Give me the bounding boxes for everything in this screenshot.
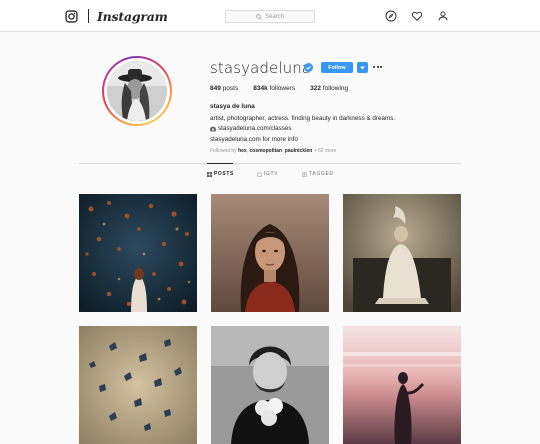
profile-bio: artist, photographer, actress. finding b… xyxy=(210,114,395,145)
posts-label: posts xyxy=(222,85,239,92)
tab-label: IGTV xyxy=(264,171,279,177)
post-thumbnail[interactable] xyxy=(343,326,461,444)
following-count: 322 xyxy=(310,85,322,92)
tab-label: TAGGED xyxy=(309,171,334,177)
post-image xyxy=(79,326,197,444)
profile-avatar[interactable] xyxy=(102,56,172,126)
post-image xyxy=(343,326,461,444)
posts-count: 849 xyxy=(210,85,221,92)
profile-full-name: stasya de luna xyxy=(210,103,255,110)
followed-user: hex xyxy=(238,148,247,154)
posts-stat: 849 posts xyxy=(210,85,238,92)
active-tab-indicator xyxy=(207,163,233,164)
grid-icon xyxy=(207,171,212,177)
dot-icon xyxy=(373,66,375,68)
following-stat[interactable]: 322 following xyxy=(310,85,348,92)
more-options-button[interactable] xyxy=(373,63,383,71)
followed-by[interactable]: Followed by hex, cosmopolitan, paulnickl… xyxy=(210,148,336,154)
followers-label: followers xyxy=(269,85,296,92)
profile-button[interactable] xyxy=(437,10,449,22)
instagram-logo[interactable]: Instagram xyxy=(65,8,168,24)
profile-stats: 849 posts 834k followers 322 following xyxy=(210,85,363,92)
tab-tagged[interactable]: TAGGED xyxy=(302,171,334,177)
top-nav-bar: Instagram Search xyxy=(0,0,540,32)
search-icon xyxy=(256,13,262,20)
camera-logo-icon xyxy=(65,9,78,23)
bio-website-line: stasyadeluna.com for more info xyxy=(210,135,298,143)
following-label: following xyxy=(322,85,349,92)
dot-icon xyxy=(380,66,382,68)
camera-emoji-icon xyxy=(210,127,216,132)
profile-username: stasyadeluna xyxy=(210,59,312,77)
suggested-dropdown-button[interactable] xyxy=(357,62,368,73)
tab-igtv[interactable]: IGTV xyxy=(257,171,278,177)
brand-wordmark: Instagram xyxy=(97,8,168,24)
search-placeholder: Search xyxy=(264,13,284,20)
tab-label: POSTS xyxy=(214,171,234,177)
post-thumbnail[interactable] xyxy=(211,194,329,312)
followers-count: 834k xyxy=(253,85,268,92)
followed-suffix: + 62 more xyxy=(313,148,337,154)
explore-button[interactable] xyxy=(385,10,397,22)
followed-user: cosmopolitan xyxy=(249,148,282,154)
compass-icon xyxy=(385,10,397,22)
followers-stat[interactable]: 834k followers xyxy=(253,85,295,92)
verified-badge-icon xyxy=(304,63,313,72)
post-thumbnail[interactable] xyxy=(211,326,329,444)
search-input[interactable]: Search xyxy=(225,10,315,23)
activity-button[interactable] xyxy=(411,10,423,22)
tv-icon xyxy=(257,171,262,177)
user-icon xyxy=(438,11,448,21)
post-thumbnail[interactable] xyxy=(343,194,461,312)
bio-line-classes: stasyadeluna.com/classes xyxy=(210,124,395,134)
followed-user: paulnicklen xyxy=(284,148,313,154)
avatar-image xyxy=(107,61,167,121)
chevron-down-icon xyxy=(360,66,365,69)
bio-classes-link[interactable]: stasyadeluna.com/classes xyxy=(218,124,292,134)
tag-icon xyxy=(302,171,307,177)
follow-button[interactable]: Follow xyxy=(321,62,353,73)
post-image xyxy=(343,194,461,312)
post-image xyxy=(211,326,329,444)
bio-line: artist, photographer, actress. finding b… xyxy=(210,115,396,122)
tabs-divider xyxy=(79,163,461,164)
avatar-border xyxy=(104,58,170,124)
heart-icon xyxy=(411,11,423,21)
post-thumbnail[interactable] xyxy=(79,194,197,312)
avatar-photo xyxy=(107,61,167,121)
post-image xyxy=(79,194,197,312)
nav-actions xyxy=(385,10,449,22)
logo-divider xyxy=(88,9,89,23)
tab-posts[interactable]: POSTS xyxy=(207,171,234,177)
dot-icon xyxy=(376,66,379,68)
followed-prefix: Followed by xyxy=(210,148,237,154)
post-thumbnail[interactable] xyxy=(79,326,197,444)
post-image xyxy=(211,194,329,312)
